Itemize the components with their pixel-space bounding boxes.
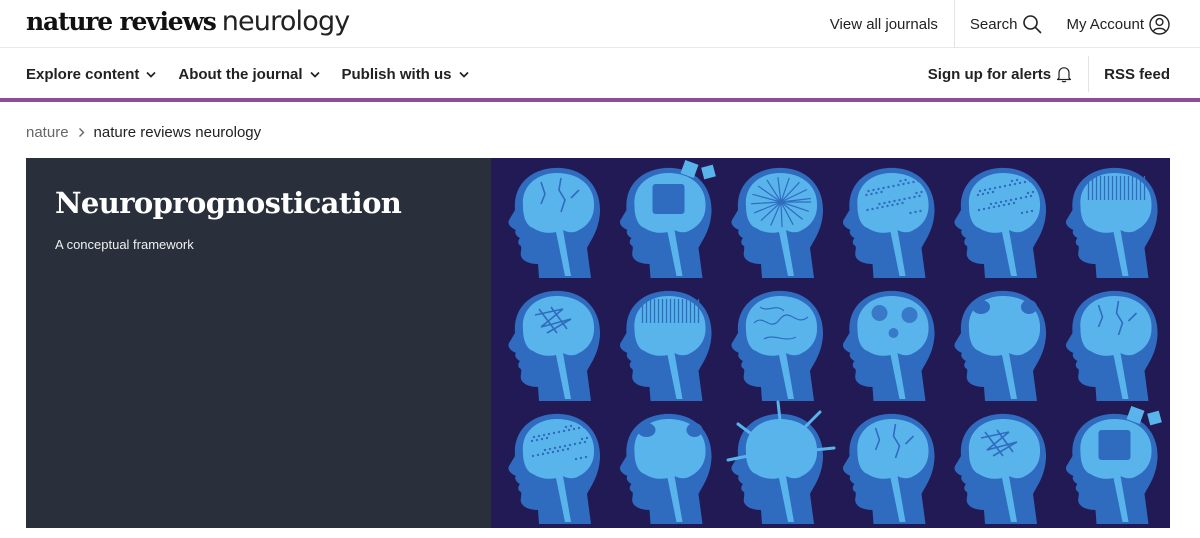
top-links: View all journals Search My Account [830, 0, 1200, 48]
main-nav: Explore content About the journal Publis… [0, 49, 1200, 99]
head-illustration-eroded [619, 413, 712, 524]
search-button[interactable]: Search [970, 0, 1043, 48]
hero-subtitle: A conceptual framework [55, 237, 194, 252]
journal-logo[interactable]: nature reviews neurology [26, 6, 350, 42]
search-icon [1023, 15, 1042, 34]
head-illustration-radial [731, 167, 824, 278]
sign-up-alerts-label: Sign up for alerts [927, 65, 1052, 83]
head-illustration-speckled [508, 413, 601, 524]
accent-divider [0, 98, 1200, 102]
breadcrumb: nature nature reviews neurology [26, 121, 261, 143]
hero-text-panel: Neuroprognostication A conceptual framew… [26, 158, 491, 528]
head-illustration-spiked [726, 400, 836, 524]
chevron-down-icon [458, 71, 469, 78]
chevron-down-icon [309, 71, 320, 78]
breadcrumb-current: nature reviews neurology [93, 123, 262, 141]
hero-banner: Neuroprognostication A conceptual framew… [26, 158, 1170, 528]
view-all-journals-link[interactable]: View all journals [830, 0, 955, 48]
nav-publish-with-us[interactable]: Publish with us [342, 66, 469, 83]
nav-explore-content-label: Explore content [26, 65, 140, 83]
chevron-right-icon [78, 127, 85, 138]
heads-illustration [508, 160, 1162, 524]
head-illustration-lesions [842, 290, 935, 401]
top-header: nature reviews neurology View all journa… [0, 0, 1200, 48]
head-illustration-scribble [508, 290, 601, 401]
head-illustration-cracked-edge [1065, 290, 1158, 401]
nav-about-journal-label: About the journal [178, 65, 303, 83]
my-account-button[interactable]: My Account [1066, 0, 1170, 48]
head-illustration-dotted-noise [842, 167, 935, 278]
nav-actions: Sign up for alerts RSS feed [928, 49, 1170, 99]
bell-icon [1057, 66, 1072, 82]
head-illustration-cracked [842, 413, 935, 524]
head-illustration-eroded [954, 290, 1047, 401]
hero-title: Neuroprognostication [55, 186, 402, 220]
user-circle-icon [1149, 13, 1170, 35]
logo-neurology: neurology [221, 6, 351, 37]
rss-feed-link[interactable]: RSS feed [1104, 66, 1170, 83]
nav-menu: Explore content About the journal Publis… [26, 49, 491, 99]
search-label: Search [969, 15, 1018, 33]
my-account-label: My Account [1066, 15, 1144, 33]
head-illustration-scribble [954, 413, 1047, 524]
chevron-down-icon [146, 71, 156, 78]
head-illustration-striped [1065, 167, 1158, 278]
head-illustration-veins [731, 290, 824, 401]
logo-nature-reviews: nature reviews [26, 7, 217, 36]
hero-image [491, 158, 1170, 528]
nav-publish-with-us-label: Publish with us [341, 65, 452, 83]
nav-explore-content[interactable]: Explore content [26, 66, 156, 83]
head-illustration-puzzle [619, 160, 716, 278]
breadcrumb-nature[interactable]: nature [26, 124, 69, 141]
head-illustration-striped [619, 290, 712, 401]
head-illustration-puzzle [1065, 406, 1162, 524]
sign-up-alerts-button[interactable]: Sign up for alerts [927, 56, 1090, 92]
head-illustration-speckled [954, 167, 1047, 278]
head-illustration-cracked [508, 167, 601, 278]
nav-about-journal[interactable]: About the journal [178, 65, 320, 83]
